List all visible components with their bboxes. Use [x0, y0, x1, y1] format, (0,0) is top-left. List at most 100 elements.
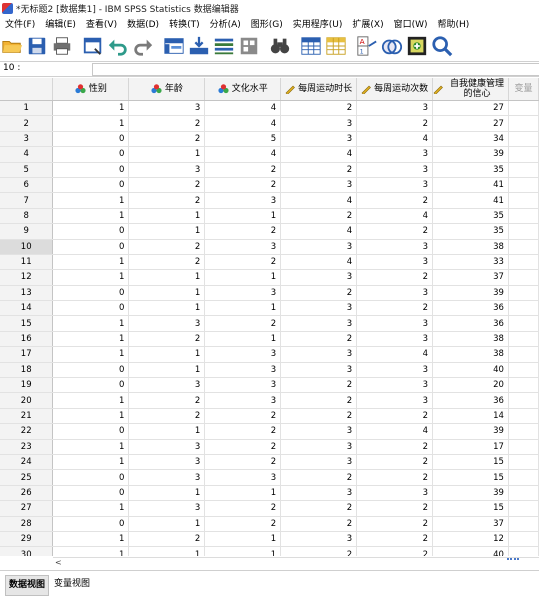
- data-cell[interactable]: 2: [280, 500, 358, 517]
- row-number[interactable]: 22: [0, 423, 54, 440]
- data-cell[interactable]: 2: [128, 254, 206, 271]
- data-cell[interactable]: 4: [280, 223, 358, 240]
- data-cell[interactable]: 0: [52, 469, 130, 486]
- empty-cell[interactable]: [508, 362, 539, 379]
- data-cell[interactable]: 4: [204, 115, 282, 132]
- variables-icon[interactable]: [212, 34, 236, 58]
- data-cell[interactable]: 1: [52, 269, 130, 286]
- data-cell[interactable]: 2: [204, 454, 282, 471]
- data-cell[interactable]: 3: [356, 162, 434, 178]
- data-cell[interactable]: 4: [280, 146, 358, 163]
- data-cell[interactable]: 3: [356, 146, 434, 163]
- data-cell[interactable]: 2: [356, 439, 434, 455]
- data-cell[interactable]: 2: [128, 408, 206, 425]
- data-cell[interactable]: 1: [52, 500, 130, 517]
- row-number[interactable]: 5: [0, 162, 54, 178]
- data-cell[interactable]: 3: [128, 162, 206, 178]
- scroll-left-icon[interactable]: <: [55, 558, 62, 567]
- data-cell[interactable]: 3: [204, 239, 282, 255]
- empty-cell[interactable]: [508, 100, 539, 117]
- row-number[interactable]: 11: [0, 254, 54, 271]
- scroll-thumb[interactable]: [507, 558, 519, 563]
- row-number[interactable]: 24: [0, 454, 54, 471]
- data-cell[interactable]: 2: [356, 531, 434, 548]
- empty-cell[interactable]: [508, 546, 539, 556]
- data-cell[interactable]: 3: [204, 377, 282, 394]
- row-number[interactable]: 27: [0, 500, 54, 517]
- row-number[interactable]: 4: [0, 146, 54, 163]
- row-number[interactable]: 14: [0, 300, 54, 317]
- menu-item-5[interactable]: 分析(A): [205, 17, 246, 30]
- menu-item-9[interactable]: 窗口(W): [389, 17, 433, 30]
- data-cell[interactable]: 3: [280, 300, 358, 317]
- data-cell[interactable]: 0: [52, 146, 130, 163]
- empty-cell[interactable]: [508, 485, 539, 502]
- row-number[interactable]: 28: [0, 516, 54, 532]
- menu-item-1[interactable]: 编辑(E): [40, 17, 81, 30]
- data-cell[interactable]: 4: [204, 100, 282, 117]
- empty-cell[interactable]: [508, 315, 539, 332]
- data-cell[interactable]: 1: [52, 392, 130, 409]
- tab-variable-view[interactable]: 变量视图: [51, 575, 93, 594]
- row-number[interactable]: 8: [0, 208, 54, 225]
- menu-item-10[interactable]: 帮助(H): [433, 17, 475, 30]
- empty-cell[interactable]: [508, 500, 539, 517]
- data-cell[interactable]: 1: [204, 531, 282, 548]
- data-cell[interactable]: 3: [356, 331, 434, 348]
- data-cell[interactable]: 2: [204, 408, 282, 425]
- data-cell[interactable]: 41: [432, 177, 509, 194]
- print-icon[interactable]: [50, 34, 74, 58]
- data-cell[interactable]: 2: [280, 469, 358, 486]
- column-header-1[interactable]: 年龄: [128, 78, 206, 101]
- data-cell[interactable]: 2: [128, 239, 206, 255]
- data-cell[interactable]: 35: [432, 162, 509, 178]
- empty-cell[interactable]: [508, 377, 539, 394]
- menu-item-0[interactable]: 文件(F): [0, 17, 40, 30]
- empty-cell[interactable]: [508, 408, 539, 425]
- data-cell[interactable]: 2: [128, 392, 206, 409]
- data-cell[interactable]: 1: [128, 423, 206, 440]
- data-cell[interactable]: 1: [204, 485, 282, 502]
- data-cell[interactable]: 41: [432, 192, 509, 209]
- data-cell[interactable]: 0: [52, 362, 130, 379]
- data-cell[interactable]: 37: [432, 516, 509, 532]
- data-cell[interactable]: 1: [52, 192, 130, 209]
- data-cell[interactable]: 1: [204, 546, 282, 556]
- insert-variable-icon[interactable]: [324, 34, 348, 58]
- data-cell[interactable]: 3: [356, 485, 434, 502]
- data-cell[interactable]: 1: [52, 546, 130, 556]
- data-cell[interactable]: 3: [204, 192, 282, 209]
- data-cell[interactable]: 1: [128, 362, 206, 379]
- empty-cell[interactable]: [508, 300, 539, 317]
- data-cell[interactable]: 2: [280, 162, 358, 178]
- empty-cell[interactable]: [508, 239, 539, 255]
- data-cell[interactable]: 3: [204, 469, 282, 486]
- data-cell[interactable]: 15: [432, 454, 509, 471]
- data-cell[interactable]: 3: [280, 485, 358, 502]
- data-cell[interactable]: 1: [52, 100, 130, 117]
- data-cell[interactable]: 2: [356, 269, 434, 286]
- data-cell[interactable]: 36: [432, 300, 509, 317]
- data-cell[interactable]: 39: [432, 146, 509, 163]
- data-cell[interactable]: 2: [356, 454, 434, 471]
- empty-cell[interactable]: [508, 269, 539, 286]
- data-cell[interactable]: 1: [128, 269, 206, 286]
- menu-item-3[interactable]: 数据(D): [122, 17, 164, 30]
- data-cell[interactable]: 39: [432, 423, 509, 440]
- data-cell[interactable]: 3: [280, 439, 358, 455]
- data-cell[interactable]: 2: [356, 115, 434, 132]
- horizontal-scrollbar[interactable]: <: [53, 557, 539, 568]
- row-number[interactable]: 17: [0, 346, 54, 363]
- data-cell[interactable]: 1: [128, 285, 206, 302]
- data-cell[interactable]: 3: [128, 315, 206, 332]
- row-number[interactable]: 18: [0, 362, 54, 379]
- data-cell[interactable]: 2: [356, 408, 434, 425]
- data-cell[interactable]: 33: [432, 254, 509, 271]
- data-cell[interactable]: 2: [280, 392, 358, 409]
- data-cell[interactable]: 1: [52, 346, 130, 363]
- empty-cell[interactable]: [508, 516, 539, 532]
- data-cell[interactable]: 0: [52, 516, 130, 532]
- data-cell[interactable]: 3: [356, 315, 434, 332]
- menu-item-8[interactable]: 扩展(X): [347, 17, 388, 30]
- row-number[interactable]: 13: [0, 285, 54, 302]
